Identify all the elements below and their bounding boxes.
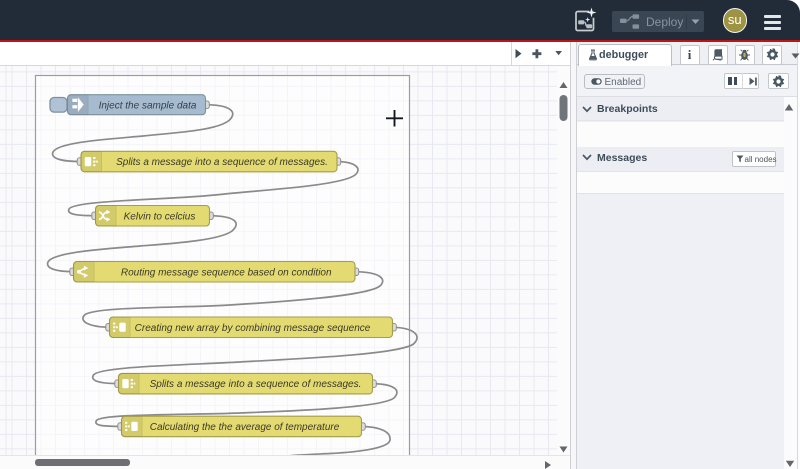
svg-text:Routing message sequence based: Routing message sequence based on condit… — [121, 267, 332, 278]
svg-text:Creating new array by combinin: Creating new array by combining message … — [135, 323, 371, 334]
svg-text:Kelvin to celcius: Kelvin to celcius — [124, 211, 196, 222]
svg-text:Splits a message into a sequen: Splits a message into a sequence of mess… — [150, 379, 362, 390]
svg-text:Splits a message into a sequen: Splits a message into a sequence of mess… — [116, 157, 328, 168]
svg-text:Calculating the the average of: Calculating the the average of temperatu… — [150, 422, 340, 433]
svg-text:Inject the sample data: Inject the sample data — [99, 100, 197, 111]
